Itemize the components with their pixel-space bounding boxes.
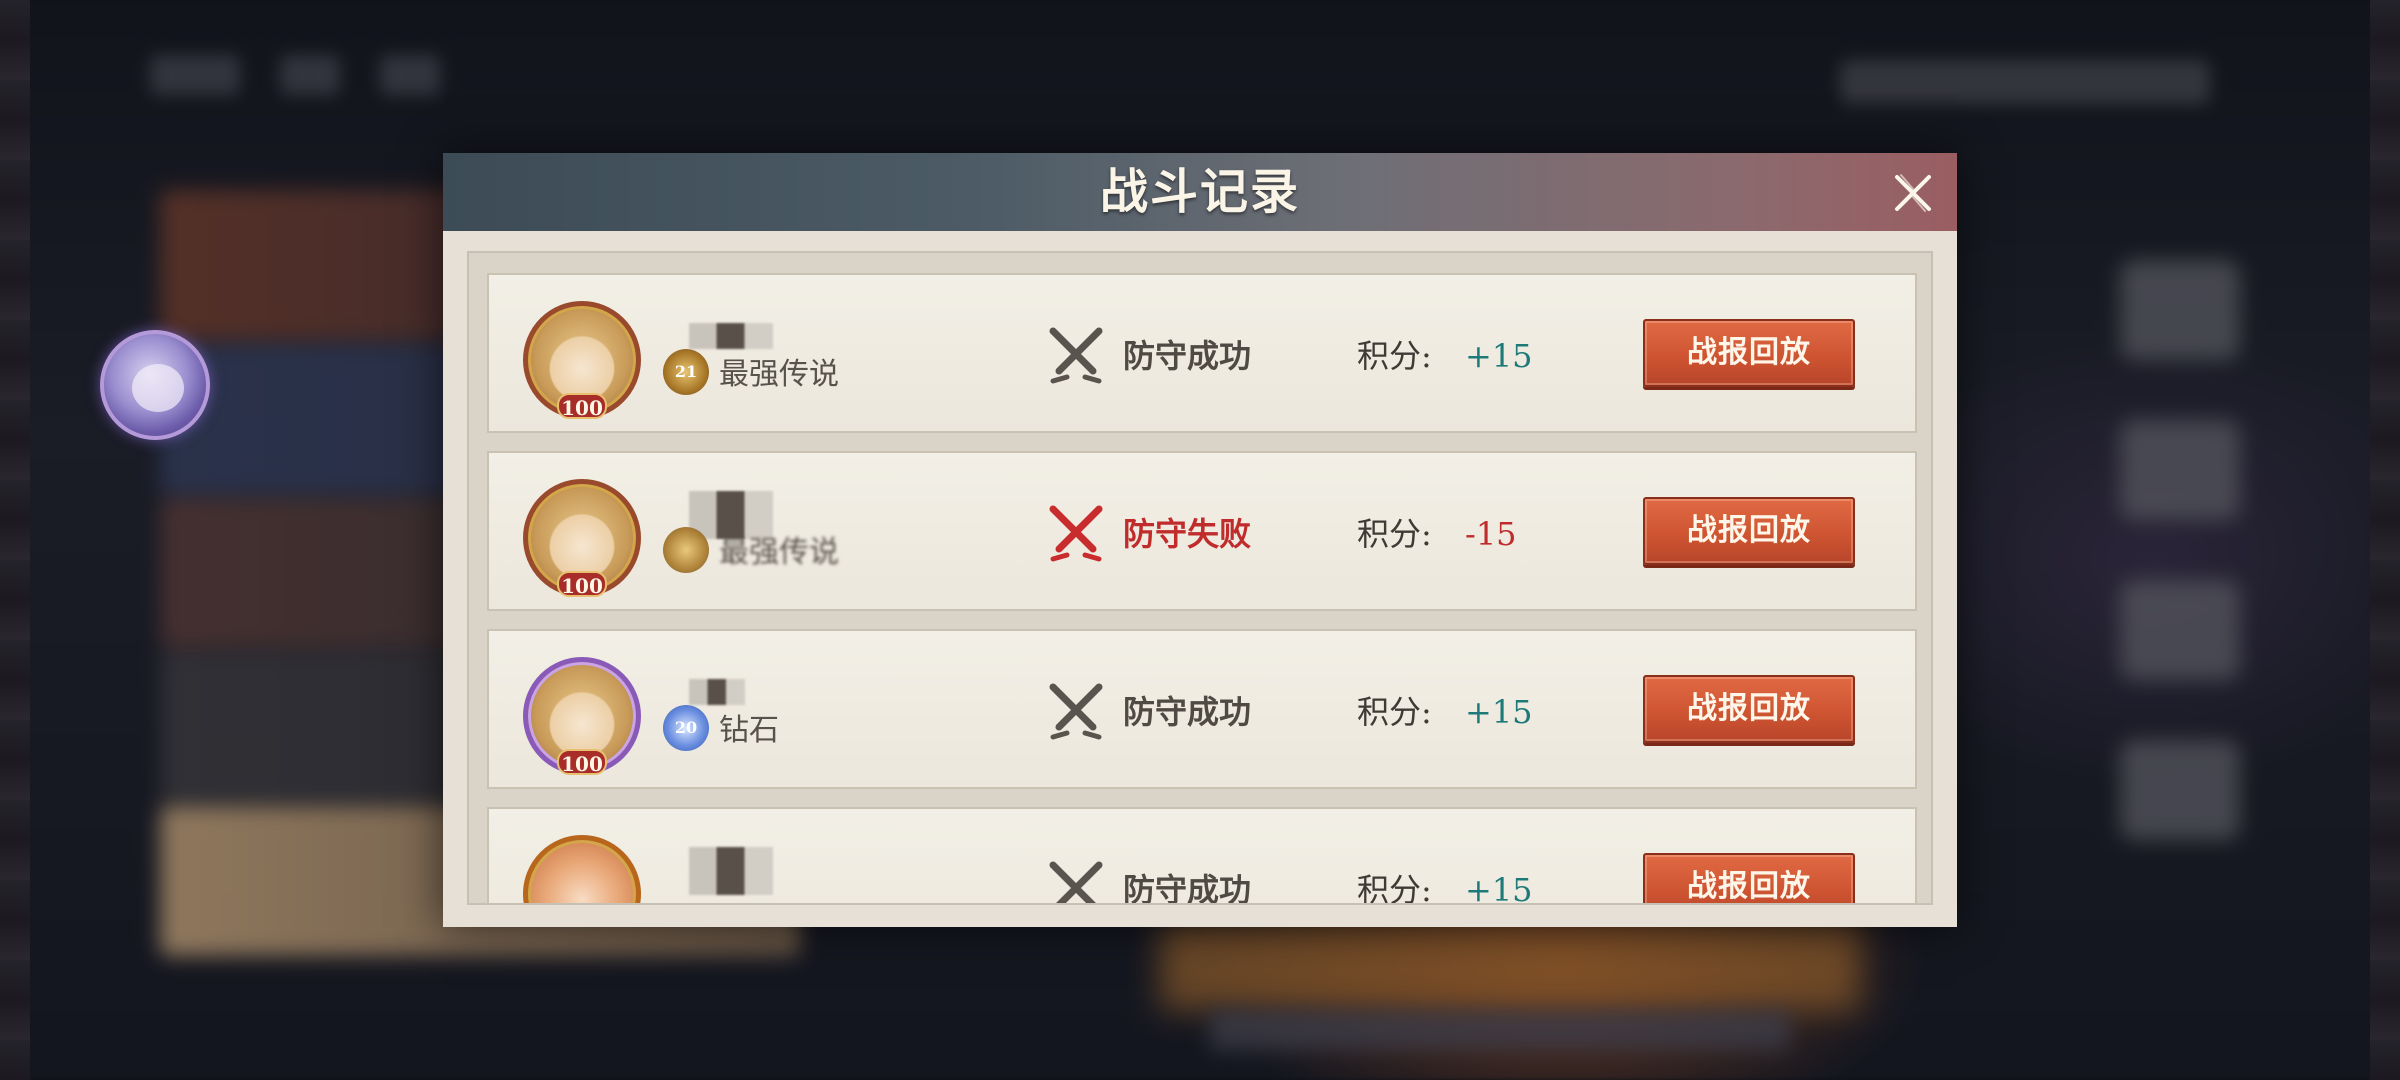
score-label: 积分:: [1357, 515, 1432, 553]
crossed-swords-icon: [1049, 861, 1103, 903]
crossed-swords-icon: [1049, 327, 1103, 384]
record-row: 100 最强传说 防守失败 积分: -15 战报回放: [487, 451, 1917, 611]
record-row: 100 20 钻石 防守成功 积分: +15 战报回放: [487, 629, 1917, 789]
score-value: -15: [1465, 515, 1517, 553]
opponent-name-pixelated: [689, 847, 773, 895]
battle-record-dialog: 战斗记录 100 21 最强传说 防守成功 积分: +15 战报回放 100 最…: [443, 153, 1957, 927]
replay-button[interactable]: 战报回放: [1643, 675, 1855, 743]
rank-name: 钻石: [719, 713, 779, 748]
right-border-ornament: [2370, 0, 2400, 1080]
score-value: +15: [1465, 871, 1533, 905]
dialog-title: 战斗记录: [1099, 164, 1300, 220]
score-label: 积分:: [1357, 693, 1432, 731]
close-button[interactable]: [1891, 171, 1935, 215]
opponent-name-pixelated: [689, 679, 745, 705]
score-value: +15: [1465, 693, 1533, 731]
rank-name: 最强传说: [719, 535, 839, 570]
replay-button[interactable]: 战报回放: [1643, 497, 1855, 565]
opponent-name-pixelated: [689, 323, 773, 349]
close-icon: [1895, 174, 1931, 212]
rank-icon: [663, 527, 709, 573]
player-avatar-icon[interactable]: [100, 330, 210, 440]
rank-icon: 20: [663, 705, 709, 751]
result-text: 防守成功: [1123, 337, 1252, 375]
opponent-avatar: [523, 835, 641, 903]
rank-icon: 21: [663, 349, 709, 395]
record-row: 防守成功 积分: +15 战报回放: [487, 807, 1917, 905]
opponent-name-pixelated: [689, 491, 773, 539]
score-value: +15: [1465, 337, 1533, 375]
level-badge: 100: [557, 749, 607, 776]
record-row: 100 21 最强传说 防守成功 积分: +15 战报回放: [487, 273, 1917, 433]
score-label: 积分:: [1357, 871, 1432, 905]
rank-name: 最强传说: [719, 357, 839, 392]
level-badge: 100: [557, 393, 607, 420]
background-bottom-button: [1160, 920, 1860, 1010]
background-top-bar: [150, 55, 590, 105]
result-text: 防守失败: [1123, 515, 1252, 553]
crossed-swords-icon: [1049, 505, 1103, 562]
replay-button[interactable]: 战报回放: [1643, 853, 1855, 903]
level-badge: 100: [557, 571, 607, 598]
record-list[interactable]: 100 21 最强传说 防守成功 积分: +15 战报回放 100 最强传说 防…: [467, 251, 1933, 905]
background-top-right-panel: [1840, 60, 2210, 104]
background-right-menu: [2100, 260, 2260, 900]
result-text: 防守成功: [1123, 871, 1252, 905]
result-text: 防守成功: [1123, 693, 1252, 731]
background-bottom-text: [1210, 1010, 1790, 1050]
replay-button[interactable]: 战报回放: [1643, 319, 1855, 387]
crossed-swords-icon: [1049, 683, 1103, 740]
score-label: 积分:: [1357, 337, 1432, 375]
left-border-ornament: [0, 0, 30, 1080]
